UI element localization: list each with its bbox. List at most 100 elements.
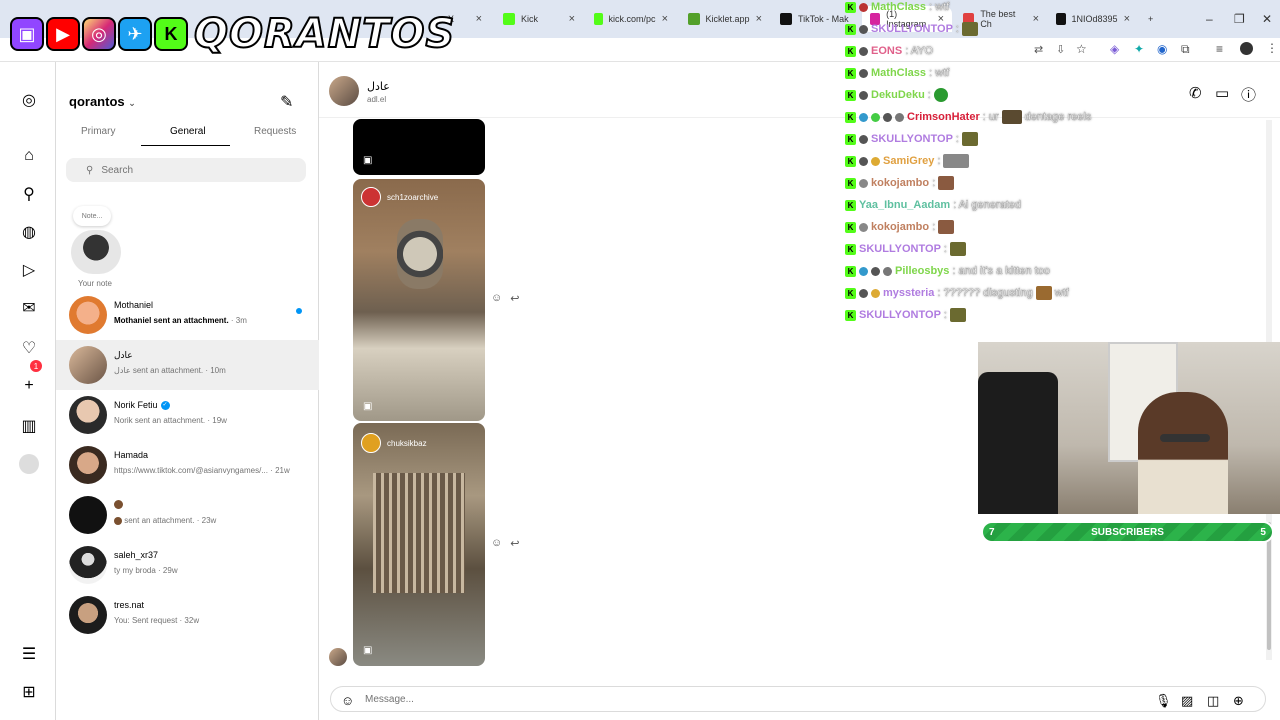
badge-icon — [859, 90, 868, 100]
preview-text: sent an attachment. — [124, 516, 195, 525]
create-icon[interactable]: + — [19, 376, 39, 396]
reel-author: chuksikbaz — [387, 439, 427, 448]
profile-icon[interactable] — [19, 454, 39, 474]
badge-icon — [883, 112, 892, 122]
stream-chat-line: K Yaa_Ibnu_Aadam : Ai generated — [845, 196, 1021, 214]
microphone-icon[interactable]: 🎙 — [1155, 693, 1172, 709]
image-icon[interactable]: ▨ — [1181, 693, 1193, 709]
conversation-item[interactable]: Hamada https://www.tiktok.com/@asianvyng… — [56, 440, 319, 490]
reel-icon: ▣ — [363, 401, 373, 412]
streamer — [1138, 392, 1228, 514]
note-label: Your note — [78, 279, 112, 288]
conversation-preview: ty my broda · 29w — [114, 566, 178, 575]
kick-badge-icon: K — [845, 1, 856, 13]
minimize-icon[interactable]: – — [1206, 12, 1213, 26]
emote-icon — [938, 220, 955, 234]
react-emoji-icon[interactable]: ☺ — [491, 537, 502, 550]
emote-icon — [949, 308, 966, 322]
chat-username: CrimsonHater — [907, 111, 980, 123]
info-icon[interactable]: ⓘ — [1241, 84, 1256, 105]
conversation-item[interactable]: Mothaniel Mothaniel sent an attachment. … — [56, 290, 319, 340]
reel-message[interactable]: ▣ — [353, 119, 485, 175]
notification-badge: 1 — [30, 360, 42, 372]
reply-icon[interactable]: ↩ — [510, 537, 519, 550]
message-input[interactable]: ☺ Message... 🎙 ▨ ◫ ⊕ — [330, 686, 1266, 712]
badge-icon — [859, 156, 868, 166]
close-icon[interactable]: × — [756, 13, 762, 25]
plus-icon: + — [1148, 14, 1154, 24]
compose-icon[interactable]: ✎ — [280, 92, 293, 112]
note-bubble[interactable]: Note... — [73, 206, 111, 226]
explore-icon[interactable]: ◍ — [19, 222, 39, 242]
tab-label: Kick — [521, 14, 539, 24]
conversation-item[interactable]: sent an attachment. · 23w — [56, 490, 319, 540]
extension-icon[interactable]: ◉ — [1157, 42, 1167, 56]
conversation-item[interactable]: عادل عادل sent an attachment. · 10m — [56, 340, 319, 390]
tab-primary[interactable]: Primary — [81, 126, 115, 137]
search-input[interactable]: ⚲ Search — [66, 158, 306, 182]
apps-icon[interactable]: ⊞ — [19, 682, 39, 702]
stream-chat-line: K MathClass : wtf — [845, 0, 949, 16]
instagram-logo-icon[interactable]: ◎ — [19, 90, 39, 110]
preview-time: · 32w — [179, 616, 200, 625]
account-switcher[interactable]: qorantos ⌄ — [69, 94, 136, 109]
reels-icon[interactable]: ▷ — [19, 260, 39, 280]
chat-avatar[interactable] — [329, 76, 359, 106]
tab-general[interactable]: General — [170, 126, 206, 137]
gif-icon[interactable]: ⊕ — [1233, 693, 1244, 709]
restore-icon[interactable]: ❐ — [1234, 12, 1245, 26]
stream-chat-line: K SKULLYONTOP : — [845, 306, 966, 324]
close-window-icon[interactable]: ✕ — [1262, 12, 1272, 26]
your-note-avatar[interactable] — [71, 230, 121, 274]
tab-requests[interactable]: Requests — [254, 126, 296, 137]
close-icon[interactable]: × — [569, 13, 575, 25]
dashboard-icon[interactable]: ▥ — [19, 416, 39, 436]
profile-avatar[interactable] — [1240, 42, 1253, 55]
home-icon[interactable]: ⌂ — [19, 146, 39, 166]
preview-time: · 3m — [230, 316, 247, 325]
messages-icon[interactable]: ✉ — [19, 298, 39, 318]
chat-username: myssteria — [883, 287, 935, 299]
browser-tab-kick-com[interactable]: kick.com/pc × — [586, 6, 676, 32]
video-call-icon[interactable]: ▭ — [1215, 84, 1229, 102]
sticker-icon[interactable]: ◫ — [1207, 693, 1219, 709]
browser-tab-kicklet[interactable]: Kicklet.app × — [680, 6, 770, 32]
heart-icon[interactable]: ♡ — [19, 338, 39, 358]
chat-message: : and it's a kitten too — [952, 265, 1050, 277]
phone-icon[interactable]: ✆ — [1189, 84, 1202, 102]
kick-badge-icon: K — [845, 155, 856, 167]
badge-icon — [883, 266, 892, 276]
unread-dot — [296, 308, 302, 314]
menu-dots-icon[interactable]: ⋮ — [1266, 41, 1278, 55]
conversation-preview: https://www.tiktok.com/@asianvyngames/..… — [114, 466, 290, 475]
badge-icon — [859, 134, 868, 144]
chat-message: : — [943, 243, 947, 255]
glasses — [1160, 434, 1210, 442]
chat-message: : Ai generated — [953, 199, 1021, 211]
chat-name[interactable]: عادل — [367, 80, 390, 93]
instagram-nav-rail: ◎ ⌂ ⚲ ◍ ▷ ✉ 1 ♡ + ▥ ☰ ⊞ — [0, 62, 56, 720]
sidebar-icon[interactable]: ≡ — [1216, 42, 1223, 56]
verified-badge-icon: ✓ — [160, 401, 170, 411]
chat-username: SKULLYONTOP — [859, 309, 941, 321]
close-icon[interactable]: × — [662, 13, 668, 25]
emoji-icon — [114, 516, 122, 525]
reel-message[interactable]: sch1zoarchive ▣ — [353, 179, 485, 421]
browser-tab-kick[interactable]: Kick × — [495, 6, 583, 32]
conversation-item[interactable]: saleh_xr37 ty my broda · 29w — [56, 540, 319, 590]
close-icon[interactable]: × — [476, 13, 482, 25]
stream-chat-line: K kokojambo : — [845, 174, 955, 192]
react-emoji-icon[interactable]: ☺ — [491, 292, 502, 305]
reel-message[interactable]: chuksikbaz ▣ — [353, 423, 485, 666]
conversation-item[interactable]: Norik Fetiu ✓ Norik sent an attachment. ·… — [56, 390, 319, 440]
conversation-item[interactable]: tres.nat You: Sent request · 32w — [56, 590, 319, 640]
conversation-preview: Norik sent an attachment. · 19w — [114, 416, 227, 425]
emoji-icon[interactable]: ☺ — [341, 693, 354, 708]
more-menu-icon[interactable]: ☰ — [19, 644, 39, 664]
reply-icon[interactable]: ↩ — [510, 292, 519, 305]
chat-message: : — [927, 89, 931, 101]
puzzle-icon[interactable]: ⧉ — [1181, 42, 1190, 57]
webcam-feed — [978, 342, 1280, 514]
search-icon[interactable]: ⚲ — [19, 184, 39, 204]
youtube-icon: ▶ — [46, 17, 80, 51]
